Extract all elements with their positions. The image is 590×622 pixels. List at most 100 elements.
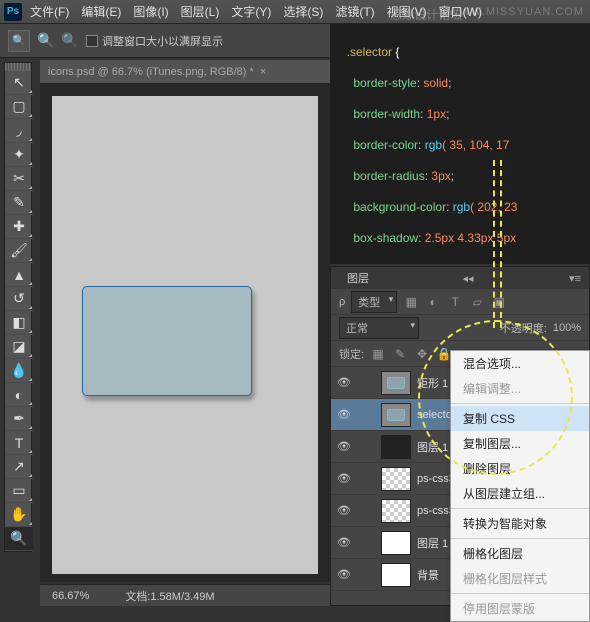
menu-image[interactable]: 图像(I): [133, 3, 168, 20]
tool-blur[interactable]: 💧: [5, 359, 33, 383]
status-bar: 66.67% 文档:1.58M/3.49M: [40, 584, 330, 606]
layer-filter-row: ρ 类型 ▦ ◐ T ▱ ▣: [331, 289, 589, 315]
document-tab[interactable]: icons.psd @ 66.7% (iTunes.png, RGB/8) * …: [40, 60, 330, 84]
visibility-icon[interactable]: 👁: [331, 568, 357, 581]
tool-history[interactable]: ↺: [5, 287, 33, 311]
tool-heal[interactable]: ✚: [5, 215, 33, 239]
ctx--: 停用图层蒙版: [451, 596, 589, 621]
zoom-out-icon[interactable]: 🔍: [62, 33, 78, 49]
toolbox: ↖ ▢ ◞ ✦ ✂ ✎ ✚ 🖌 ▲ ↺ ◧ ◪ 💧 ◐ ✒ T ↗ ▭ ✋ 🔍: [4, 62, 32, 552]
ctx--[interactable]: 栅格化图层: [451, 541, 589, 566]
layer-name: 背景: [417, 567, 439, 583]
layer-thumb: [381, 499, 411, 523]
layer-thumb: [381, 467, 411, 491]
blend-row: 正常 不透明度: 100%: [331, 315, 589, 341]
filter-adjust-icon[interactable]: ◐: [425, 294, 441, 310]
opacity-value[interactable]: 100%: [553, 322, 581, 334]
visibility-icon[interactable]: 👁: [331, 472, 357, 485]
filter-label: ρ: [339, 296, 345, 308]
layer-context-menu: 混合选项...编辑调整... 复制 CSS复制图层...删除图层从图层建立组...…: [450, 350, 590, 622]
tool-hand[interactable]: ✋: [5, 503, 33, 527]
ctx--[interactable]: 删除图层: [451, 456, 589, 481]
tool-crop[interactable]: ✂: [5, 167, 33, 191]
layer-thumb: [381, 371, 411, 395]
layer-thumb: [381, 403, 411, 427]
filter-smart-icon[interactable]: ▣: [491, 294, 507, 310]
tool-stamp[interactable]: ▲: [5, 263, 33, 287]
menu-layer[interactable]: 图层(L): [181, 3, 220, 20]
document-area: icons.psd @ 66.7% (iTunes.png, RGB/8) * …: [40, 60, 330, 582]
tool-zoom[interactable]: 🔍: [5, 527, 33, 551]
lock-trans-icon[interactable]: ▦: [370, 346, 386, 362]
menu-separator: [451, 538, 589, 539]
tool-move[interactable]: ↖: [5, 71, 33, 95]
filter-pixel-icon[interactable]: ▦: [403, 294, 419, 310]
opacity-label: 不透明度:: [500, 320, 547, 336]
tool-path[interactable]: ↗: [5, 455, 33, 479]
menu-filter[interactable]: 滤镜(T): [335, 3, 374, 20]
panel-menu-icon[interactable]: ◂◂: [463, 272, 474, 285]
tool-eyedrop[interactable]: ✎: [5, 191, 33, 215]
tool-dodge[interactable]: ◐: [5, 383, 33, 407]
watermark-url: WWW.MISSYUAN.COM: [448, 6, 584, 18]
checkbox-label: 调整窗口大小以满屏显示: [102, 33, 223, 49]
filter-type-icon[interactable]: T: [447, 294, 463, 310]
layer-thumb: [381, 435, 411, 459]
tool-pen[interactable]: ✒: [5, 407, 33, 431]
toolbox-grip[interactable]: [5, 63, 31, 71]
lock-label: 锁定:: [339, 346, 364, 362]
tool-marquee[interactable]: ▢: [5, 95, 33, 119]
visibility-icon[interactable]: 👁: [331, 376, 357, 389]
layer-name: 图层 1: [417, 439, 448, 455]
zoom-in-icon[interactable]: 🔍: [38, 33, 54, 49]
tool-shape[interactable]: ▭: [5, 479, 33, 503]
blend-mode-dropdown[interactable]: 正常: [339, 317, 419, 339]
tool-gradient[interactable]: ◪: [5, 335, 33, 359]
layer-thumb: [381, 563, 411, 587]
menu-separator: [451, 403, 589, 404]
current-tool-thumb[interactable]: 🔍: [8, 30, 30, 52]
menu-edit[interactable]: 编辑(E): [81, 3, 121, 20]
visibility-icon[interactable]: 👁: [331, 440, 357, 453]
ctx--[interactable]: 转换为智能对象: [451, 511, 589, 536]
tool-brush[interactable]: 🖌: [5, 239, 33, 263]
menu-type[interactable]: 文字(Y): [231, 3, 271, 20]
visibility-icon[interactable]: 👁: [331, 408, 357, 421]
tool-wand[interactable]: ✦: [5, 143, 33, 167]
ctx--: 编辑调整...: [451, 376, 589, 401]
panel-tabs: 图层 ◂◂ ▾≡: [331, 267, 589, 289]
filter-type-dropdown[interactable]: 类型: [351, 291, 397, 313]
checkbox-icon: [86, 35, 98, 47]
ctx--[interactable]: 从图层建立组...: [451, 481, 589, 506]
ctx--[interactable]: 混合选项...: [451, 351, 589, 376]
app-logo: Ps: [4, 3, 22, 21]
doc-size: 文档:1.58M/3.49M: [125, 588, 214, 604]
close-icon[interactable]: ×: [260, 66, 266, 78]
menu-select[interactable]: 选择(S): [283, 3, 323, 20]
visibility-icon[interactable]: 👁: [331, 536, 357, 549]
layer-thumb: [381, 531, 411, 555]
visibility-icon[interactable]: 👁: [331, 504, 357, 517]
panel-menu-icon2[interactable]: ▾≡: [569, 272, 581, 285]
tool-eraser[interactable]: ◧: [5, 311, 33, 335]
selector-shape[interactable]: [82, 286, 252, 396]
tool-type[interactable]: T: [5, 431, 33, 455]
ctx--[interactable]: 复制图层...: [451, 431, 589, 456]
layer-name: 矩形 1: [417, 375, 448, 391]
canvas[interactable]: [52, 96, 318, 574]
menu-separator: [451, 593, 589, 594]
menu-file[interactable]: 文件(F): [30, 3, 69, 20]
menu-separator: [451, 508, 589, 509]
ctx--: 栅格化图层样式: [451, 566, 589, 591]
resize-window-checkbox[interactable]: 调整窗口大小以满屏显示: [86, 33, 223, 49]
tab-layers[interactable]: 图层: [339, 270, 377, 286]
tool-lasso[interactable]: ◞: [5, 119, 33, 143]
layer-name: 图层 1: [417, 535, 448, 551]
filter-shape-icon[interactable]: ▱: [469, 294, 485, 310]
ctx--CSS[interactable]: 复制 CSS: [451, 406, 589, 431]
zoom-level[interactable]: 66.67%: [52, 590, 89, 602]
css-output-panel: .selector { border-style: solid; border-…: [330, 24, 590, 264]
tab-title: icons.psd @ 66.7% (iTunes.png, RGB/8) *: [48, 66, 254, 78]
lock-move-icon[interactable]: ✥: [414, 346, 430, 362]
lock-paint-icon[interactable]: ✎: [392, 346, 408, 362]
